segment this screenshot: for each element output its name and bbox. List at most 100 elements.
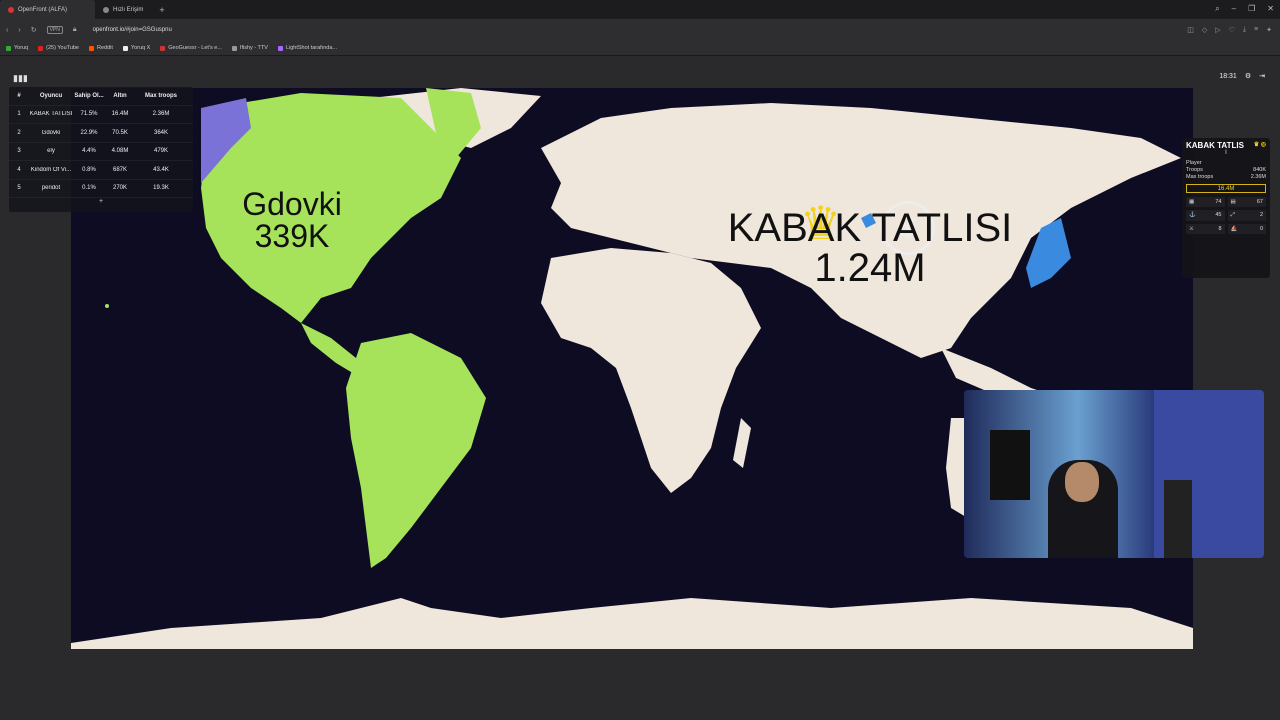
owned-percent: 0.1%: [82, 185, 96, 192]
minimize-button[interactable]: –: [1232, 4, 1236, 14]
lock-icon: 🔒︎: [72, 26, 77, 33]
exit-icon[interactable]: ⇥: [1259, 72, 1265, 80]
leaderboard-row[interactable]: 4 Kindom Of Vi... 0.8% 687K 43.4K: [9, 161, 193, 180]
world-map[interactable]: [71, 88, 1193, 649]
stat-cell: ▤ 67: [1227, 197, 1266, 207]
kabak-map-label: KABAK TATLISI 1.24M: [690, 208, 1050, 288]
rank: 1: [17, 111, 21, 118]
stat-cell: ⤢ 2: [1227, 210, 1266, 221]
leaderboard-toggle-icon[interactable]: ▮▮▮: [13, 73, 28, 84]
bookmark-item[interactable]: (25) YouTube: [38, 45, 79, 51]
col-max-troops[interactable]: Max troops: [135, 93, 187, 99]
window-controls: ⌕ – ❐ ✕: [1215, 4, 1274, 14]
city-icon: ▦: [1189, 199, 1195, 205]
gold-value: 16.4M: [111, 111, 129, 118]
grid-icon: [103, 6, 109, 13]
back-icon[interactable]: ‹: [6, 27, 8, 34]
play-icon[interactable]: ▷: [1215, 26, 1220, 34]
rank: 5: [17, 185, 21, 192]
anchor-icon: ⚓: [1189, 212, 1196, 218]
leaderboard-row[interactable]: 1 KABAK TATLISI 71.5% 16.4M 2.36M: [9, 106, 193, 124]
reload-icon[interactable]: ↻: [31, 26, 37, 34]
owned-percent: 71.5%: [80, 111, 98, 118]
gold-value: 270K: [112, 185, 127, 192]
url-field[interactable]: openfront.io/#join=GSGuspnu: [93, 27, 172, 33]
rank: 2: [17, 129, 21, 136]
opera-icon: [8, 6, 14, 13]
webcam-overlay: [964, 390, 1264, 558]
troops-label: Troops: [1186, 167, 1203, 173]
gold-value: 687K: [112, 166, 127, 173]
stat-cell: ▦ 74: [1186, 197, 1225, 207]
max-troops-value: 479K: [153, 148, 168, 155]
bookmark-item[interactable]: Yoruq X: [122, 45, 150, 51]
address-bar: ‹ › ↻ VPN 🔒︎ openfront.io/#join=GSGuspnu…: [0, 19, 1280, 41]
game-viewport[interactable]: ▮▮▮ # Oyuncu Sahip Ol... Altın Max troop…: [0, 56, 1280, 720]
gold-value: 70.5K: [112, 129, 128, 136]
max-troops-value: 43.4K: [153, 166, 169, 173]
player-info-name: KABAK TATLIS: [1186, 141, 1244, 150]
maximize-button[interactable]: ❐: [1248, 4, 1255, 14]
col-player[interactable]: Oyuncu: [29, 93, 73, 99]
gdovki-name: Gdovki: [242, 186, 342, 222]
owned-percent: 4.4%: [82, 148, 96, 155]
wall-poster: [990, 430, 1030, 500]
gold-display: 16.4M: [1186, 184, 1266, 193]
gold-value: 4.08M: [111, 148, 129, 155]
vpn-badge[interactable]: VPN: [46, 26, 63, 34]
map-land: [71, 88, 1193, 649]
top-right-controls: 18:31 ⚙ ⇥: [1219, 72, 1265, 81]
tab-label: OpenFront (ALFA): [18, 6, 68, 13]
owned-percent: 0.8%: [82, 166, 96, 173]
stat-cell: ⛵ 0: [1227, 224, 1266, 234]
tab-openfront[interactable]: OpenFront (ALFA): [0, 0, 95, 19]
new-tab-button[interactable]: +: [151, 5, 172, 15]
max-troops-value: 2.36M: [152, 111, 170, 118]
crown-small-icon: ♛ ◎: [1253, 142, 1266, 148]
max-troops-label: Max troops: [1186, 174, 1214, 180]
bookmark-item[interactable]: Yoruq: [6, 45, 28, 51]
stat-cell: ⚓ 45: [1186, 210, 1225, 221]
leaderboard-expand-button[interactable]: +: [9, 198, 193, 212]
streamer-head: [1065, 462, 1099, 502]
menu-icon[interactable]: ≡: [1254, 26, 1258, 34]
close-button[interactable]: ✕: [1267, 4, 1274, 14]
factory-icon: ▤: [1230, 199, 1236, 205]
col-gold[interactable]: Altın: [105, 93, 135, 99]
missile-icon: ⤢: [1230, 212, 1235, 218]
ship-icon: ⛵: [1230, 226, 1238, 232]
shield-icon[interactable]: ◇: [1202, 26, 1207, 34]
col-rank: #: [17, 92, 21, 99]
max-troops-value: 2.36M: [1250, 174, 1266, 180]
kabak-name: KABAK TATLISI: [727, 206, 1013, 250]
game-clock: 18:31: [1219, 72, 1237, 80]
camera-icon[interactable]: ◫: [1187, 26, 1194, 34]
leaderboard-row[interactable]: 3 ely 4.4% 4.08M 479K: [9, 143, 193, 161]
stat-cell: ⚔ 8: [1186, 224, 1225, 234]
extensions-icon[interactable]: ✦: [1266, 26, 1272, 34]
heart-icon[interactable]: ♡: [1229, 26, 1235, 34]
troops-value: 840K: [1253, 167, 1266, 173]
bookmark-item[interactable]: GeoGuessr - Let's e...: [160, 45, 222, 51]
forward-icon[interactable]: ›: [18, 27, 20, 34]
player-name: Kindom Of Vi...: [30, 166, 72, 173]
address-actions: ◫ ◇ ▷ ♡ ⤓ ≡ ✦: [1187, 26, 1272, 34]
player-info-panel: KABAK TATLIS ♛ ◎ I Player Troops 840K Ma…: [1182, 138, 1270, 278]
leaderboard-panel: # Oyuncu Sahip Ol... Altın Max troops 1 …: [9, 87, 193, 212]
col-owned[interactable]: Sahip Ol...: [73, 93, 105, 99]
download-icon[interactable]: ⤓: [1243, 26, 1246, 34]
leaderboard-row[interactable]: 2 Gdovki 22.9% 70.5K 364K: [9, 124, 193, 143]
tab-quick-access[interactable]: Hızlı Erişim: [95, 0, 151, 19]
rank: 4: [17, 166, 21, 173]
bookmark-item[interactable]: Reddit: [89, 45, 113, 51]
settings-gear-icon[interactable]: ⚙: [1245, 72, 1251, 80]
sword-icon: ⚔: [1189, 226, 1194, 232]
player-name: KABAK TATLISI: [29, 111, 73, 118]
bookmark-item[interactable]: LightShot tarafında...: [277, 45, 337, 51]
search-icon[interactable]: ⌕: [1215, 4, 1219, 14]
owned-percent: 22.9%: [80, 129, 98, 136]
bookmark-item[interactable]: Ifishy - TTV: [231, 45, 268, 51]
bookmarks-bar: Yoruq (25) YouTube Reddit Yoruq X GeoGue…: [0, 41, 1280, 56]
player-info-subtitle: I: [1225, 150, 1227, 156]
leaderboard-row[interactable]: 5 peridot 0.1% 270K 19.3K: [9, 180, 193, 198]
